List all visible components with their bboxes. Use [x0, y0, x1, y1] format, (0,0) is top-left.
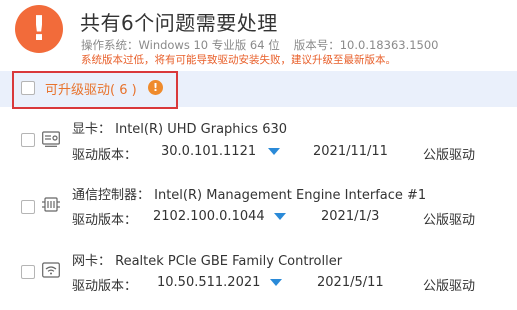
group-count: ( 6 ): [110, 83, 137, 98]
group-title: 可升级驱动: [45, 83, 111, 98]
device-name: 网卡： Realtek PCIe GBE Family Controller: [72, 254, 343, 269]
driver-version-value: 30.0.101.1121: [161, 144, 257, 159]
device-checkbox[interactable]: [21, 133, 35, 147]
device-name: 显卡： Intel(R) UHD Graphics 630: [72, 122, 288, 137]
wifi-icon: [42, 262, 60, 278]
driver-version-label: 驱动版本：: [72, 279, 138, 294]
version-dropdown-icon[interactable]: [268, 148, 280, 155]
group-label[interactable]: 可升级驱动( 6 ): [45, 79, 137, 98]
driver-type: 公版驱动: [423, 279, 476, 294]
display-icon: [42, 131, 60, 147]
info-icon[interactable]: !: [148, 80, 163, 95]
driver-date: 2021/11/11: [313, 144, 388, 159]
driver-date: 2021/1/3: [321, 209, 380, 224]
driver-version-value: 10.50.511.2021: [157, 275, 261, 290]
device-checkbox[interactable]: [21, 265, 35, 279]
system-info: 操作系统：Windows 10 专业版 64 位版本号：10.0.18363.1…: [81, 37, 439, 53]
chip-icon: [42, 197, 60, 212]
driver-date: 2021/5/11: [317, 275, 384, 290]
os-label: 操作系统：Windows 10 专业版 64 位: [81, 38, 280, 52]
warning-icon: !: [15, 5, 63, 53]
upgrade-notice: 系统版本过低，将有可能导致驱动安装失败，建议升级至最新版本。: [81, 54, 396, 66]
page-title: 共有6个问题需要处理: [80, 11, 278, 35]
select-all-checkbox[interactable]: [21, 81, 35, 95]
version-dropdown-icon[interactable]: [274, 213, 286, 220]
driver-version-value: 2102.100.0.1044: [153, 209, 265, 224]
device-checkbox[interactable]: [21, 200, 35, 214]
driver-version-label: 驱动版本：: [72, 148, 138, 163]
driver-type: 公版驱动: [423, 213, 476, 228]
device-name: 通信控制器： Intel(R) Management Engine Interf…: [72, 188, 427, 203]
driver-type: 公版驱动: [423, 148, 476, 163]
version-dropdown-icon[interactable]: [270, 279, 282, 286]
version-label: 版本号：10.0.18363.1500: [293, 38, 439, 52]
driver-version-label: 驱动版本：: [72, 213, 138, 228]
